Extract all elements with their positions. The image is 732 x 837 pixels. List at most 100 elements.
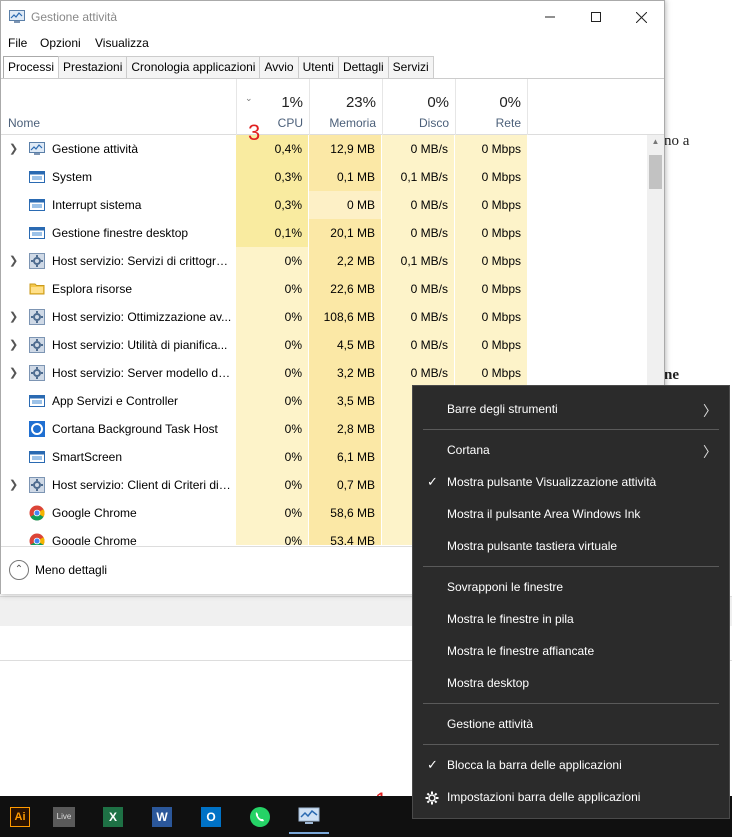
chevron-up-circle-icon[interactable]: ⌃ [9, 560, 29, 580]
live-icon: Live [53, 807, 75, 827]
tab-users[interactable]: Utenti [297, 56, 339, 78]
column-name[interactable]: Nome [8, 116, 40, 130]
process-memory: 2,8 MB [309, 415, 381, 443]
close-button[interactable] [618, 1, 664, 33]
process-name: Interrupt sistema [52, 198, 142, 212]
tab-app-history[interactable]: Cronologia applicazioni [126, 56, 261, 78]
outlook-icon: O [201, 807, 221, 827]
taskbar-live[interactable]: Live [44, 800, 84, 834]
process-memory: 20,1 MB [309, 219, 381, 247]
menu-item-taskbar-settings[interactable]: Impostazioni barra delle applicazioni [447, 790, 640, 804]
process-memory: 6,1 MB [309, 443, 381, 471]
scroll-up-icon[interactable]: ▲ [647, 137, 664, 146]
process-row[interactable]: ❯ Host servizio: Servizi di crittogra... 0… [1, 247, 664, 275]
process-memory: 12,9 MB [309, 135, 381, 163]
taskbar-whatsapp[interactable] [240, 800, 280, 834]
menu-item-show-desktop[interactable]: Mostra desktop [447, 676, 529, 690]
tab-strip: Processi Prestazioni Cronologia applicaz… [3, 56, 434, 79]
process-row[interactable]: ❯ Host servizio: Server modello da... 0% 3,… [1, 359, 664, 387]
menu-separator [423, 429, 719, 430]
tab-startup[interactable]: Avvio [259, 56, 299, 78]
process-name: Host servizio: Client di Criteri di ... [52, 478, 232, 492]
background-heading: ne [664, 367, 679, 383]
process-name: Esplora risorse [52, 282, 133, 296]
taskmgr-icon [298, 807, 320, 824]
menu-item-task-manager[interactable]: Gestione attività [447, 717, 533, 731]
process-row[interactable]: Interrupt sistema 0,3% 0 MB 0 MB/s 0 Mbps [1, 191, 664, 219]
menu-item-windows-ink-button[interactable]: Mostra il pulsante Area Windows Ink [447, 507, 640, 521]
process-row[interactable]: ❯ Host servizio: Ottimizzazione av... 0% 10… [1, 303, 664, 331]
tab-services[interactable]: Servizi [387, 56, 434, 78]
process-row[interactable]: System 0,3% 0,1 MB 0,1 MB/s 0 Mbps [1, 163, 664, 191]
close-icon [635, 11, 647, 23]
expand-chevron-icon[interactable]: ❯ [9, 135, 18, 163]
scrollbar-thumb[interactable] [649, 155, 662, 189]
process-name: Host servizio: Utilità di pianifica... [52, 338, 228, 352]
column-network[interactable]: 0% Rete [455, 79, 528, 135]
process-memory: 0,1 MB [309, 163, 381, 191]
process-name: Host servizio: Server modello da... [52, 366, 232, 380]
process-row[interactable]: Gestione finestre desktop 0,1% 20,1 MB 0 MB… [1, 219, 664, 247]
expand-chevron-icon[interactable]: ❯ [9, 303, 18, 331]
word-icon: W [152, 807, 172, 827]
column-memory[interactable]: 23% Memoria [309, 79, 382, 135]
menu-item-lock-taskbar[interactable]: Blocca la barra delle applicazioni [447, 758, 622, 772]
menu-item-toolbars[interactable]: Barre degli strumenti [447, 402, 558, 416]
maximize-button[interactable] [573, 1, 619, 33]
menu-view[interactable]: Visualizza [95, 36, 149, 50]
menu-item-cascade-windows[interactable]: Sovrapponi le finestre [447, 580, 563, 594]
menu-item-task-view-button[interactable]: Mostra pulsante Visualizzazione attività [447, 475, 656, 489]
process-disk: 0 MB/s [382, 219, 454, 247]
taskbar-illustrator[interactable]: Ai [0, 800, 40, 834]
fewer-details-link[interactable]: Meno dettagli [35, 563, 107, 577]
chevron-right-icon: 〉 [703, 403, 717, 419]
background-text: no a [664, 133, 690, 149]
taskbar-taskmgr[interactable] [289, 800, 329, 834]
minimize-button[interactable] [527, 1, 573, 33]
menu-item-stack-windows[interactable]: Mostra le finestre in pila [447, 612, 574, 626]
tab-processes[interactable]: Processi [3, 56, 60, 79]
title-bar[interactable]: Gestione attività [1, 1, 664, 33]
menu-separator [423, 744, 719, 745]
process-cpu: 0% [236, 331, 308, 359]
window-icon [29, 197, 45, 213]
process-disk: 0 MB/s [382, 275, 454, 303]
tab-performance[interactable]: Prestazioni [58, 56, 128, 78]
taskbar-excel[interactable]: X [93, 800, 133, 834]
process-memory: 108,6 MB [309, 303, 381, 331]
menu-options[interactable]: Opzioni [40, 36, 81, 50]
chrome-icon [29, 533, 45, 545]
process-row[interactable]: ❯ Gestione attività 0,4% 12,9 MB 0 MB/s 0 Mbp… [1, 135, 664, 163]
gear-icon [29, 365, 45, 381]
minimize-icon [545, 16, 555, 18]
process-disk: 0 MB/s [382, 191, 454, 219]
process-name: Google Chrome [52, 534, 137, 545]
process-disk: 0,1 MB/s [382, 163, 454, 191]
expand-chevron-icon[interactable]: ❯ [9, 359, 18, 387]
menu-item-touch-keyboard-button[interactable]: Mostra pulsante tastiera virtuale [447, 539, 617, 553]
menu-file[interactable]: File [8, 36, 27, 50]
process-cpu: 0% [236, 303, 308, 331]
process-cpu: 0,1% [236, 219, 308, 247]
process-cpu: 0,4% [236, 135, 308, 163]
expand-chevron-icon[interactable]: ❯ [9, 247, 18, 275]
window-icon [29, 169, 45, 185]
tab-details[interactable]: Dettagli [337, 56, 389, 78]
process-row[interactable]: ❯ Host servizio: Utilità di pianifica... 0… [1, 331, 664, 359]
process-cpu: 0% [236, 471, 308, 499]
process-network: 0 Mbps [455, 331, 527, 359]
process-memory: 4,5 MB [309, 331, 381, 359]
column-cpu[interactable]: 1% CPU [236, 79, 309, 135]
process-network: 0 Mbps [455, 359, 527, 387]
expand-chevron-icon[interactable]: ❯ [9, 471, 18, 499]
menu-item-side-by-side-windows[interactable]: Mostra le finestre affiancate [447, 644, 594, 658]
column-disk[interactable]: 0% Disco [382, 79, 455, 135]
menu-item-cortana[interactable]: Cortana [447, 443, 490, 457]
taskbar-word[interactable]: W [142, 800, 182, 834]
process-disk: 0 MB/s [382, 135, 454, 163]
expand-chevron-icon[interactable]: ❯ [9, 331, 18, 359]
process-network: 0 Mbps [455, 275, 527, 303]
taskbar-outlook[interactable]: O [191, 800, 231, 834]
process-row[interactable]: Esplora risorse 0% 22,6 MB 0 MB/s 0 Mbps [1, 275, 664, 303]
network-total: 0% [499, 94, 521, 111]
